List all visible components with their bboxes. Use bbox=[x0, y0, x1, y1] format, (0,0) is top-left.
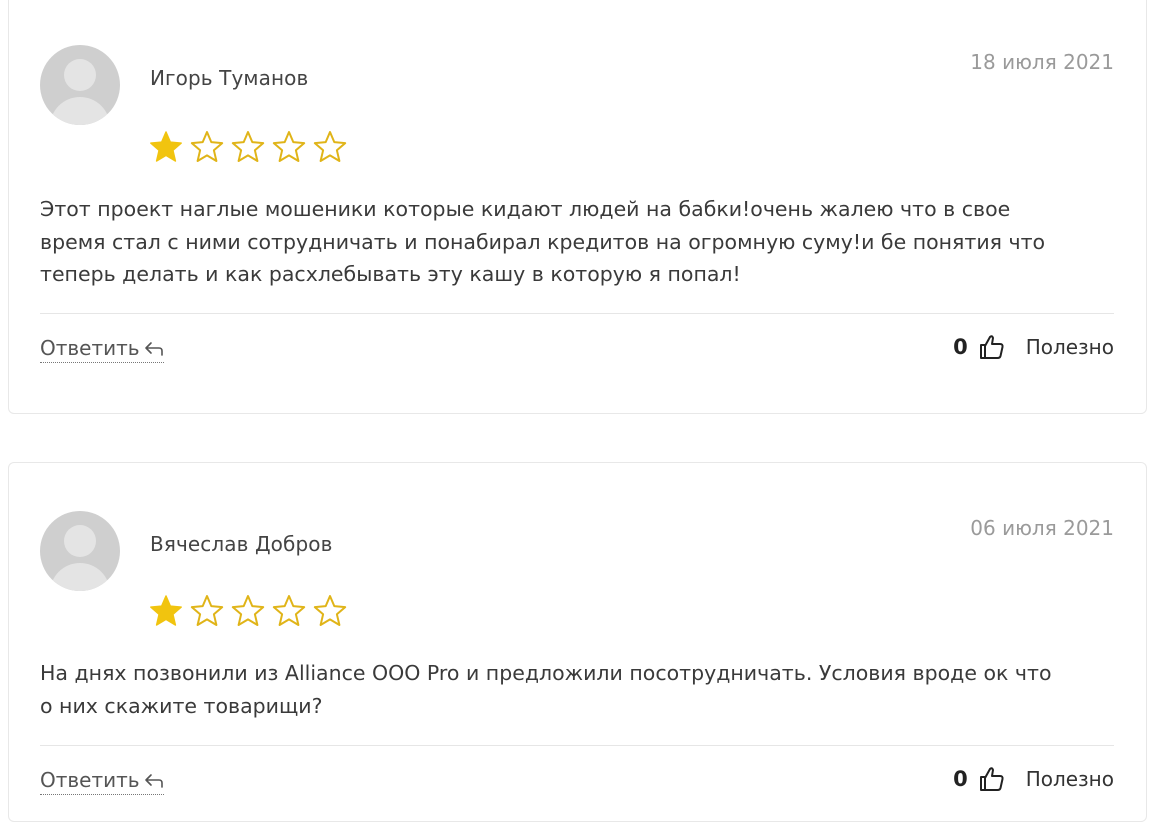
user-avatar-icon bbox=[40, 45, 120, 125]
reply-arrow-icon bbox=[144, 342, 163, 356]
star-filled-icon bbox=[150, 595, 182, 626]
star-filled-icon bbox=[150, 131, 182, 162]
star-empty-icon bbox=[272, 131, 306, 162]
rating-stars bbox=[148, 129, 348, 165]
divider bbox=[40, 745, 1114, 746]
reply-arrow-icon bbox=[144, 774, 163, 788]
reply-label: Ответить bbox=[40, 768, 140, 792]
review-text: Этот проект наглые мошеники которые кида… bbox=[40, 193, 1120, 291]
star-empty-icon bbox=[190, 131, 224, 162]
divider bbox=[40, 313, 1114, 314]
star-empty-icon bbox=[313, 595, 347, 626]
review-author: Вячеслав Добров bbox=[150, 532, 333, 556]
useful-button[interactable]: Полезно bbox=[1026, 767, 1114, 791]
reply-button[interactable]: Ответить bbox=[40, 768, 164, 795]
review-text-line: время стал с ними сотрудничать и понабир… bbox=[40, 229, 1046, 254]
star-empty-icon bbox=[272, 595, 306, 626]
star-empty-icon bbox=[231, 131, 265, 162]
star-empty-icon bbox=[190, 595, 224, 626]
review-date: 18 июля 2021 bbox=[970, 50, 1114, 74]
review-text: На днях позвонили из Alliance OOO Pro и … bbox=[40, 657, 1120, 722]
review-text-line: Этот проект наглые мошеники которые кида… bbox=[40, 197, 1011, 221]
useful-count: 0 bbox=[953, 335, 968, 359]
reply-button[interactable]: Ответить bbox=[40, 336, 164, 363]
review-text-line: теперь делать и как расхлебывать эту каш… bbox=[40, 262, 741, 286]
reply-label: Ответить bbox=[40, 336, 140, 360]
useful-count: 0 bbox=[953, 767, 968, 791]
rating-stars bbox=[148, 593, 348, 629]
thumbs-up-icon[interactable] bbox=[978, 333, 1006, 361]
star-empty-icon bbox=[313, 131, 347, 162]
useful-button[interactable]: Полезно bbox=[1026, 335, 1114, 359]
review-date: 06 июля 2021 bbox=[970, 516, 1114, 540]
review-card: Игорь Туманов 18 июля 2021 Этот проект н… bbox=[8, 0, 1147, 414]
useful-block: 0 Полезно bbox=[953, 333, 1114, 361]
user-avatar-icon bbox=[40, 511, 120, 591]
review-author: Игорь Туманов bbox=[150, 66, 309, 90]
review-card: Вячеслав Добров 06 июля 2021 На днях поз… bbox=[8, 462, 1147, 822]
star-empty-icon bbox=[231, 595, 265, 626]
thumbs-up-icon[interactable] bbox=[978, 765, 1006, 793]
useful-block: 0 Полезно bbox=[953, 765, 1114, 793]
review-text-line: о них скажите товарищи? bbox=[40, 693, 323, 718]
review-text-line: На днях позвонили из Alliance OOO Pro и … bbox=[40, 661, 1052, 685]
